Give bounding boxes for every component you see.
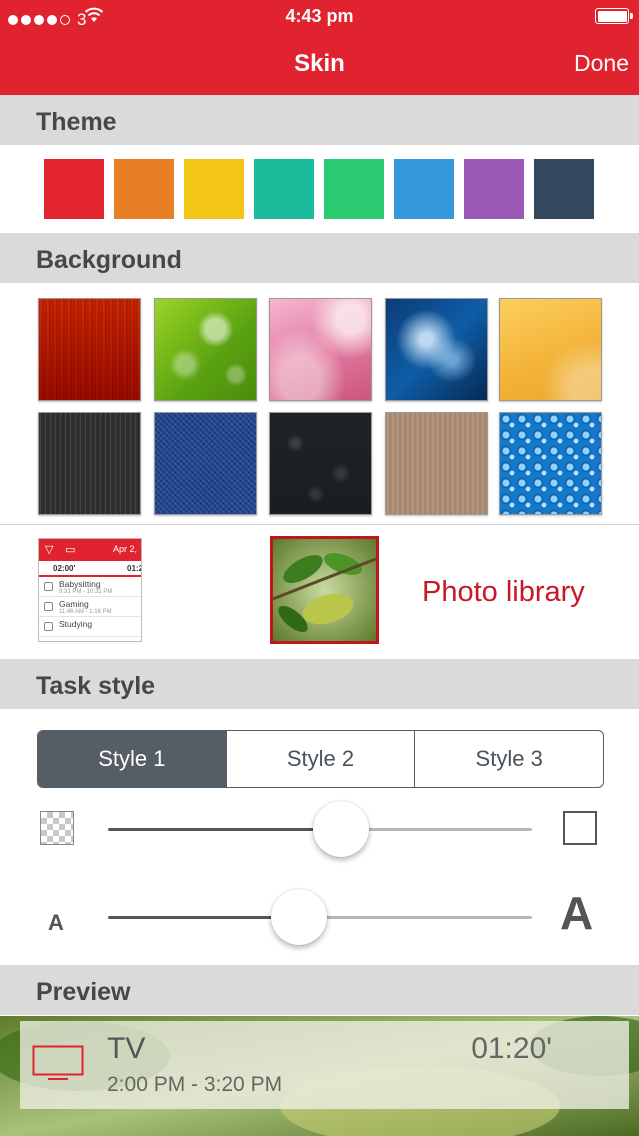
task-style-section-header: Task style [0, 659, 639, 709]
page-title: Skin [294, 50, 345, 77]
theme-swatch[interactable] [394, 159, 454, 219]
background-tile-pink-waves[interactable] [269, 298, 372, 401]
mini-summary-right: 01:2 [127, 564, 142, 573]
mini-row-name: Babysitting [59, 579, 101, 589]
background-section-header: Background [0, 233, 639, 283]
mini-row-time: 11:46 AM - 1:16 PM [59, 609, 112, 615]
theme-swatch[interactable] [534, 159, 594, 219]
mini-row: Studying [39, 617, 141, 637]
theme-swatch[interactable] [44, 159, 104, 219]
mini-summary: 02:00' 01:2 [39, 561, 141, 577]
background-tile-black-leather[interactable] [269, 412, 372, 515]
mini-header: ▽ ▭ Apr 2, [39, 539, 141, 561]
theme-heading: Theme [36, 108, 117, 136]
preview-task-card: TV 01:20' 2:00 PM - 3:20 PM [20, 1021, 629, 1109]
opacity-slider-knob[interactable] [313, 801, 370, 857]
background-tile-light-wood[interactable] [385, 412, 488, 515]
divider [0, 524, 639, 525]
task-duration: 01:20' [471, 1032, 552, 1065]
style-2-segment[interactable]: Style 2 [225, 731, 415, 787]
opacity-slider-track[interactable] [341, 828, 532, 831]
battery-icon [595, 8, 633, 24]
theme-swatch[interactable] [464, 159, 524, 219]
tv-icon [32, 1045, 84, 1080]
mini-row: Gaming 11:46 AM - 1:16 PM [39, 597, 141, 617]
top-bar: 3 4:43 pm Skin Done [0, 0, 639, 95]
theme-swatch[interactable] [114, 159, 174, 219]
selected-photo-background[interactable] [270, 536, 379, 644]
opacity-slider-track-filled [108, 828, 342, 831]
photo-library-button[interactable]: Photo library [422, 576, 585, 609]
task-time-range: 2:00 PM - 3:20 PM [107, 1073, 283, 1096]
font-size-slider-track[interactable] [298, 916, 532, 919]
transparent-icon [40, 811, 74, 845]
large-font-icon: A [560, 887, 594, 939]
mini-row: Babysitting 9:31 PM - 10:31 PM [39, 577, 141, 597]
preview-section-header: Preview [0, 965, 639, 1015]
background-tile-blue-abstract[interactable] [385, 298, 488, 401]
task-name: TV [107, 1032, 146, 1065]
background-tile-dark-wood[interactable] [38, 412, 141, 515]
mini-summary-left: 02:00' [53, 564, 76, 573]
theme-swatch[interactable] [254, 159, 314, 219]
filter-icon: ▽ [45, 544, 54, 556]
preview-heading: Preview [36, 978, 131, 1006]
small-font-icon: A [48, 910, 64, 935]
done-button[interactable]: Done [574, 50, 629, 77]
font-size-slider-knob[interactable] [270, 889, 327, 945]
opaque-icon [563, 811, 597, 845]
mini-row-time: 9:31 PM - 10:31 PM [59, 589, 113, 595]
theme-swatch[interactable] [324, 159, 384, 219]
style-3-segment[interactable]: Style 3 [414, 731, 603, 787]
task-style-heading: Task style [36, 672, 156, 700]
status-bar: 3 4:43 pm [0, 0, 639, 34]
status-time: 4:43 pm [285, 6, 354, 26]
background-tile-green-bokeh[interactable] [154, 298, 257, 401]
style-1-segment[interactable]: Style 1 [38, 731, 226, 787]
background-tile-water-drops[interactable] [499, 412, 602, 515]
mini-row-name: Studying [59, 619, 93, 629]
background-tile-yellow-waves[interactable] [499, 298, 602, 401]
theme-section-header: Theme [0, 95, 639, 145]
inbox-icon: ▭ [65, 544, 76, 556]
background-heading: Background [36, 246, 182, 274]
theme-swatch[interactable] [184, 159, 244, 219]
style-segmented-control: Style 1 Style 2 Style 3 [37, 730, 604, 788]
background-tile-denim[interactable] [154, 412, 257, 515]
app-screenshot-background[interactable]: ▽ ▭ Apr 2, 02:00' 01:2 Babysitting 9:31 P… [38, 538, 142, 642]
mini-row-name: Gaming [59, 599, 89, 609]
background-tile-orange-wood[interactable] [38, 298, 141, 401]
mini-date: Apr 2, [112, 544, 137, 554]
leaf-photo-image [273, 539, 376, 641]
